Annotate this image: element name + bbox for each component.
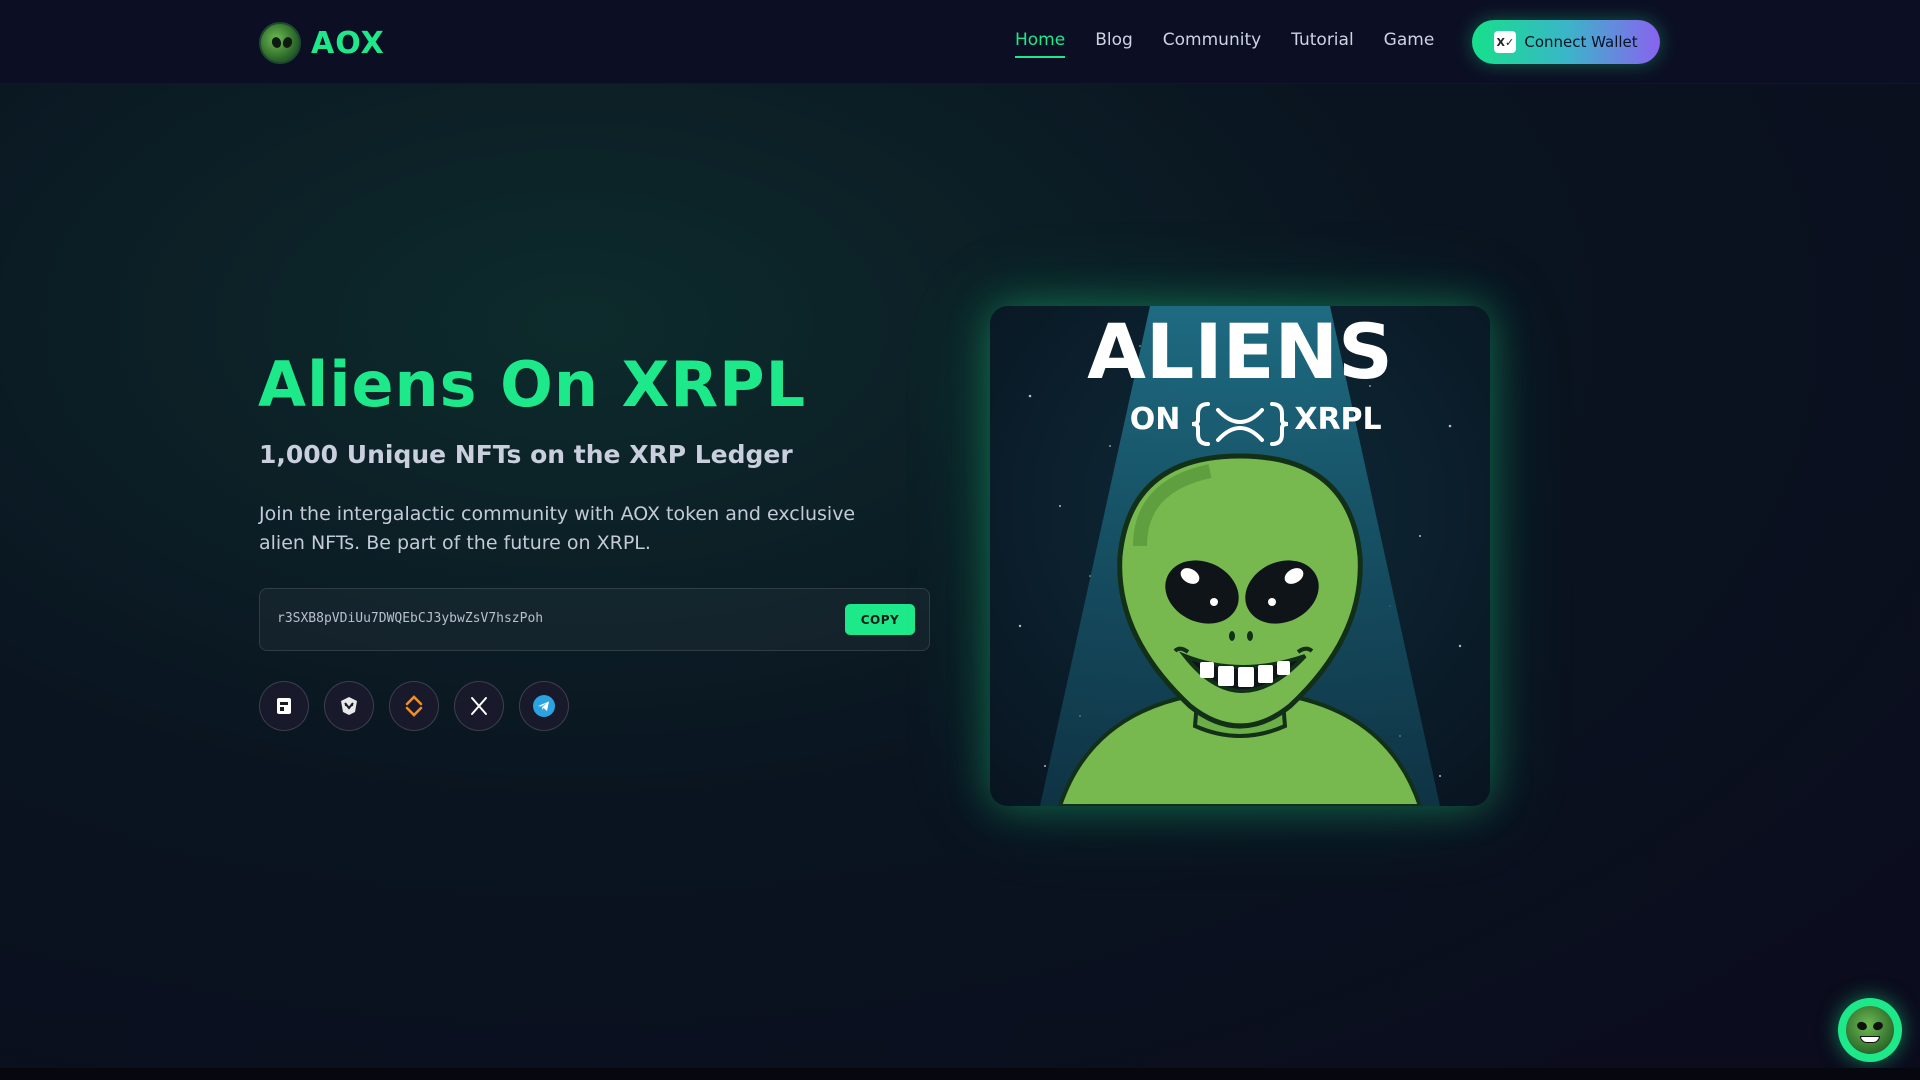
connect-wallet-button[interactable]: X✓ Connect Wallet — [1472, 20, 1660, 64]
firstledger-icon — [341, 697, 357, 715]
x-twitter-icon — [471, 697, 487, 715]
art-title-on: ON — [1130, 402, 1181, 437]
copy-button[interactable]: COPY — [845, 604, 915, 635]
social-link-x[interactable] — [454, 681, 504, 731]
social-link-xpmarket[interactable] — [259, 681, 309, 731]
token-address-box: r3SXB8pVDiUu7DWQEbCJ3ybwZsV7hszPoh COPY — [259, 588, 930, 651]
xpmarket-icon — [277, 698, 291, 714]
connect-wallet-label: Connect Wallet — [1524, 33, 1638, 51]
nav-link-community[interactable]: Community — [1163, 30, 1261, 58]
brand[interactable]: AOX — [259, 22, 385, 64]
social-links — [259, 681, 569, 731]
nav-link-game[interactable]: Game — [1384, 30, 1435, 58]
hero-subtitle: 1,000 Unique NFTs on the XRP Ledger — [259, 440, 793, 469]
social-link-telegram[interactable] — [519, 681, 569, 731]
hero-description: Join the intergalactic community with AO… — [259, 503, 856, 554]
alien-chat-bot-button[interactable] — [1838, 998, 1902, 1062]
xaman-wallet-icon: X✓ — [1494, 31, 1517, 53]
nav-link-tutorial[interactable]: Tutorial — [1291, 30, 1354, 58]
bottom-strip — [0, 1068, 1920, 1080]
art-title-xrpl: XRPL — [1294, 402, 1381, 437]
nav-links: Home Blog Community Tutorial Game — [1015, 30, 1434, 58]
hero-title: Aliens On XRPL — [258, 348, 807, 421]
nav-link-blog[interactable]: Blog — [1095, 30, 1133, 58]
nav-link-home[interactable]: Home — [1015, 30, 1066, 58]
social-link-firstledger[interactable] — [324, 681, 374, 731]
brand-name: AOX — [311, 25, 385, 61]
hero-alien-artwork: ALIENS ON XRPL — [990, 306, 1490, 806]
alien-head-icon — [259, 22, 301, 64]
art-title-aliens: ALIENS — [1087, 307, 1393, 396]
token-address[interactable]: r3SXB8pVDiUu7DWQEbCJ3ybwZsV7hszPoh — [277, 611, 543, 626]
sologenic-icon — [405, 695, 423, 717]
top-nav: AOX Home Blog Community Tutorial Game X✓… — [0, 0, 1920, 84]
telegram-icon — [533, 695, 555, 717]
alien-head-icon — [1846, 1006, 1894, 1054]
social-link-sologenic[interactable] — [389, 681, 439, 731]
